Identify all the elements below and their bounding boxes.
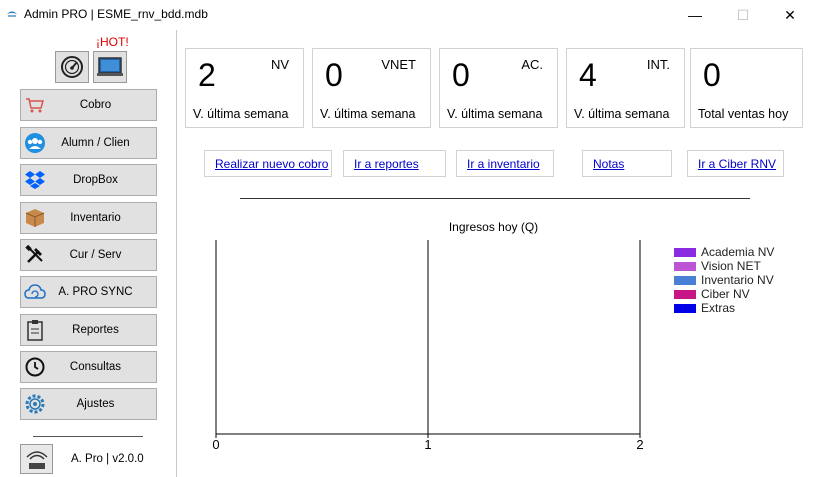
legend-label: Inventario NV (701, 273, 774, 287)
legend-item: Extras (674, 301, 774, 315)
x-tick-label: 2 (636, 437, 643, 452)
legend-swatch (674, 261, 696, 271)
legend-item: Vision NET (674, 259, 774, 273)
legend-swatch (674, 275, 696, 285)
legend-label: Academia NV (701, 245, 775, 259)
legend-label: Extras (701, 301, 736, 315)
legend-item: Ciber NV (674, 287, 774, 301)
legend-swatch (674, 303, 696, 313)
chart-legend: Academia NV Vision NET Inventario NV Ciber … (674, 245, 774, 315)
legend-item: Academia NV (674, 245, 774, 259)
legend-item: Inventario NV (674, 273, 774, 287)
income-chart: 0 1 2 (212, 240, 644, 452)
legend-label: Ciber NV (701, 287, 750, 301)
legend-label: Vision NET (701, 259, 761, 273)
legend-swatch (674, 247, 696, 257)
legend-swatch (674, 289, 696, 299)
x-tick-label: 0 (212, 437, 219, 452)
x-tick-label: 1 (424, 437, 431, 452)
